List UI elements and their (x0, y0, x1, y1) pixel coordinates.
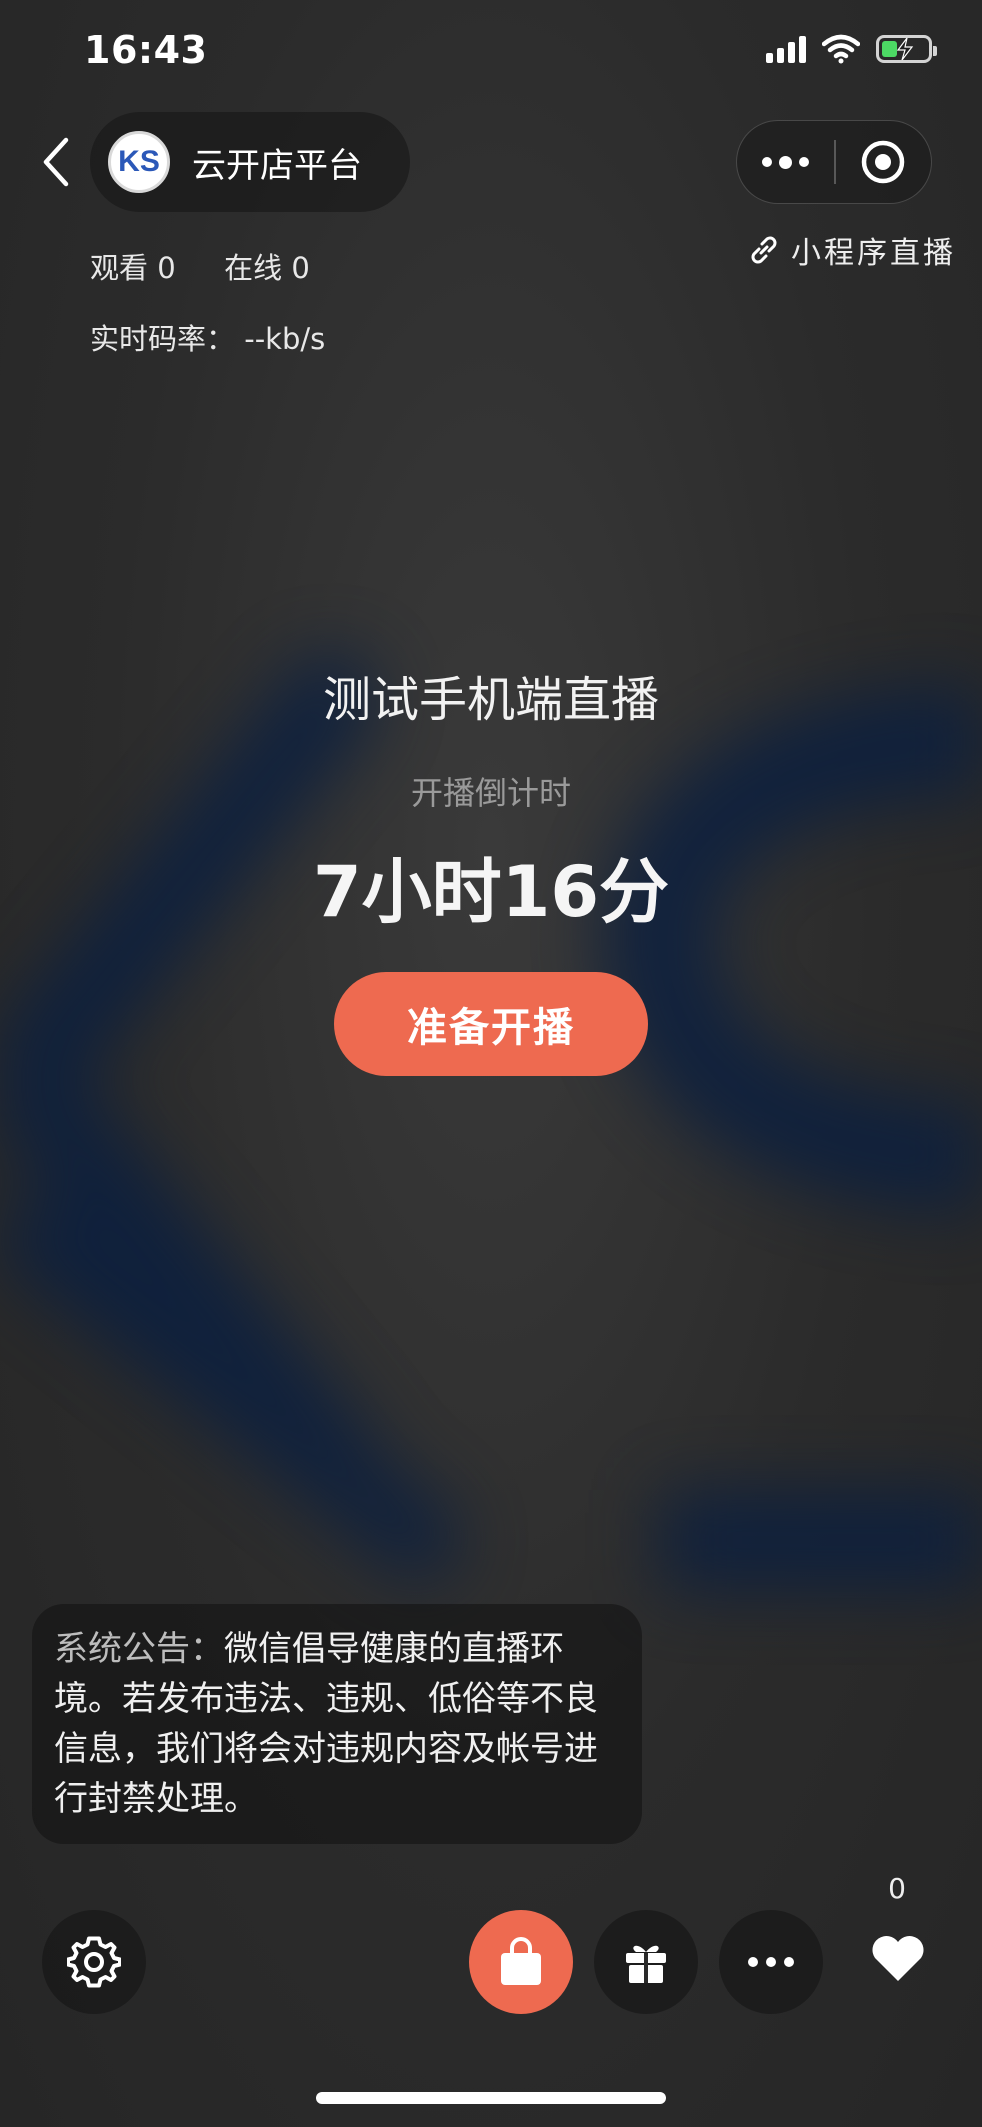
like-count: 0 (888, 1872, 906, 1905)
mini-program-live-label: 小程序直播 (791, 236, 956, 271)
online-label: 在线 (224, 251, 283, 285)
more-actions-button[interactable] (719, 1910, 823, 2014)
shopping-bag-icon (501, 1937, 541, 1985)
countdown-value: 7小时16分 (312, 851, 670, 933)
countdown-label: 开播倒计时 (410, 774, 571, 812)
settings-icon (67, 1936, 121, 1988)
like-button[interactable] (870, 1934, 926, 1990)
start-live-button[interactable]: 准备开播 (334, 972, 648, 1076)
bitrate-label: 实时码率： (90, 322, 236, 356)
online-count: 0 (291, 251, 310, 285)
mini-program-live-link[interactable]: 小程序直播 (747, 228, 956, 272)
live-title: 测试手机端直播 (322, 672, 659, 728)
capsule-close-button[interactable] (836, 121, 932, 203)
signal-icon (766, 35, 806, 63)
settings-button[interactable] (42, 1910, 146, 2014)
heart-icon (872, 1935, 924, 1981)
shop-bag-button[interactable] (469, 1910, 573, 2014)
shop-info-pill[interactable]: KS 云开店平台 (90, 112, 410, 212)
notice-label: 系统公告： (54, 1629, 224, 1669)
views-count: 0 (157, 251, 176, 285)
battery-charging-icon (876, 35, 937, 63)
capsule-more-button[interactable] (737, 121, 834, 203)
gift-icon (626, 1945, 666, 1983)
system-notice: 系统公告：微信倡导健康的直播环境。若发布违法、违规、低俗等不良信息，我们将会对违… (32, 1604, 642, 1844)
more-icon (762, 157, 772, 167)
wifi-icon (822, 34, 860, 64)
back-icon (43, 137, 69, 187)
shop-name: 云开店平台 (192, 145, 362, 186)
gift-button[interactable] (594, 1910, 698, 2014)
back-button[interactable] (36, 136, 80, 188)
viewer-stats: 观看 0 在线 0 (90, 245, 310, 287)
shop-avatar: KS (108, 131, 170, 193)
close-icon (862, 140, 905, 184)
home-indicator[interactable] (316, 2092, 666, 2104)
bitrate-value: --kb/s (244, 322, 326, 356)
mini-program-capsule (736, 120, 932, 204)
status-icons (766, 34, 937, 64)
views-label: 观看 (90, 251, 149, 285)
link-icon (751, 236, 777, 264)
bitrate-info: 实时码率： --kb/s (90, 316, 325, 358)
more-icon (748, 1957, 794, 1967)
live-room-screen: 16:43 KS 云开店平台 小程序直播 观看 0 在线 0 实时码率： --k… (0, 0, 982, 2127)
status-time: 16:43 (84, 28, 208, 72)
